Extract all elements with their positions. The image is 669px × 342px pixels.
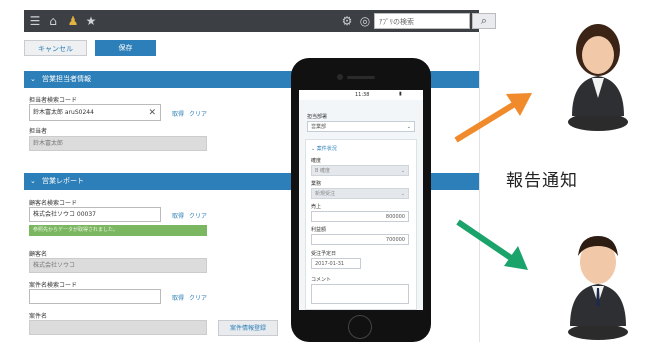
phone-speaker — [347, 76, 375, 79]
phone-time: 11:38 — [355, 92, 370, 98]
phone-dept-select[interactable]: 営業部 ⌄ — [307, 121, 415, 132]
phone-status-value: B 確度 — [315, 168, 331, 174]
phone-sales-label: 売上 — [311, 204, 322, 210]
chevron-down-icon: ⌄ — [400, 168, 405, 174]
register-case-button[interactable]: 案件情報登録 — [218, 320, 278, 336]
phone-type-label: 業務 — [311, 181, 322, 187]
rep-code-label: 担当者検索コード — [29, 97, 78, 104]
notification-bell-icon[interactable]: ♟ — [66, 14, 80, 28]
case-clear-link[interactable]: クリア — [189, 293, 207, 302]
phone-date-input[interactable]: 2017-01-31 — [311, 258, 361, 269]
phone-home-button — [348, 315, 372, 339]
client-lookup-link[interactable]: 取得 — [172, 211, 184, 220]
gear-icon[interactable]: ⚙ — [340, 14, 354, 28]
clear-icon[interactable]: ✕ — [148, 105, 156, 121]
phone-date-label: 受注予定日 — [311, 251, 337, 257]
rep-name-label: 担当者 — [29, 128, 48, 135]
rep-clear-link[interactable]: クリア — [189, 109, 207, 118]
case-name-field — [29, 320, 207, 335]
client-code-input[interactable]: 株式会社ソウコ 00037 — [29, 207, 161, 222]
client-clear-link[interactable]: クリア — [189, 211, 207, 220]
phone-type-field[interactable]: 新規受注 ⌄ — [311, 188, 409, 199]
green-arrow — [456, 219, 528, 270]
search-icon: ⌕ — [480, 14, 488, 27]
phone-camera — [337, 74, 343, 80]
search-button[interactable]: ⌕ — [472, 13, 496, 29]
phone-comment-input[interactable] — [311, 284, 409, 304]
phone-status-field[interactable]: B 確度 ⌄ — [311, 165, 409, 176]
chevron-down-icon: ⌄ — [30, 177, 36, 185]
success-message: 参照先からデータが取得されました。 — [29, 225, 207, 236]
star-icon[interactable]: ★ — [84, 14, 98, 28]
rep-name-field: 鈴木富太郎 — [29, 136, 207, 151]
cancel-button[interactable]: キャンセル — [24, 40, 87, 56]
rep-lookup-link[interactable]: 取得 — [172, 109, 184, 118]
chevron-down-icon: ⌄ — [30, 75, 36, 83]
battery-icon: ▮ — [399, 91, 402, 97]
home-icon[interactable]: ⌂ — [46, 14, 60, 28]
phone-type-value: 新規受注 — [315, 191, 336, 197]
rep-code-input[interactable]: 鈴木富太郎 aruS0244 ✕ — [29, 104, 161, 121]
businesswoman-avatar — [568, 24, 628, 131]
case-code-input[interactable] — [29, 289, 161, 304]
orange-arrow — [454, 93, 532, 143]
chevron-down-icon: ⌄ — [400, 191, 405, 197]
case-name-label: 案件名 — [29, 313, 48, 320]
phone-comment-label: コメント — [311, 277, 332, 283]
menu-icon[interactable]: ☰ — [28, 14, 42, 28]
client-code-label: 顧客名検索コード — [29, 200, 78, 207]
rep-code-value: 鈴木富太郎 aruS0244 — [33, 109, 94, 116]
section-title: 営業担当者情報 — [42, 75, 91, 83]
client-name-field: 株式会社ソウコ — [29, 258, 207, 273]
chevron-down-icon: ⌄ — [406, 124, 411, 130]
save-button[interactable]: 保存 — [95, 40, 156, 56]
phone-profit-label: 利益額 — [311, 227, 327, 233]
businessman-avatar — [568, 236, 628, 340]
help-icon[interactable]: ◎ — [358, 14, 372, 28]
phone-sales-input[interactable]: 800000 — [311, 211, 409, 222]
phone-section-title[interactable]: ⌄ 案件状況 — [311, 145, 337, 152]
phone-profit-input[interactable]: 700000 — [311, 234, 409, 245]
notification-label: 報告通知 — [506, 171, 578, 191]
client-name-label: 顧客名 — [29, 251, 48, 258]
phone-dept-label: 担当部署 — [307, 114, 328, 120]
phone-status-label: 確度 — [311, 158, 322, 164]
case-lookup-link[interactable]: 取得 — [172, 293, 184, 302]
app-toolbar: ☰ ⌂ ♟ ★ ⚙ ◎ ｱﾌﾟﾘの検索 ⌕ — [24, 10, 496, 32]
phone-screen: 11:38 ▮ 担当部署 営業部 ⌄ ⌄ 案件状況 確度 B 確度 ⌄ 業務 新規… — [299, 90, 423, 310]
phone-status-bar: 11:38 ▮ — [299, 90, 423, 100]
app-search-input[interactable]: ｱﾌﾟﾘの検索 — [374, 13, 470, 29]
phone-dept-value: 営業部 — [311, 124, 327, 130]
phone-section-label: 案件状況 — [316, 146, 337, 152]
case-code-label: 案件名検索コード — [29, 282, 78, 289]
section-title: 営業レポート — [42, 177, 84, 185]
